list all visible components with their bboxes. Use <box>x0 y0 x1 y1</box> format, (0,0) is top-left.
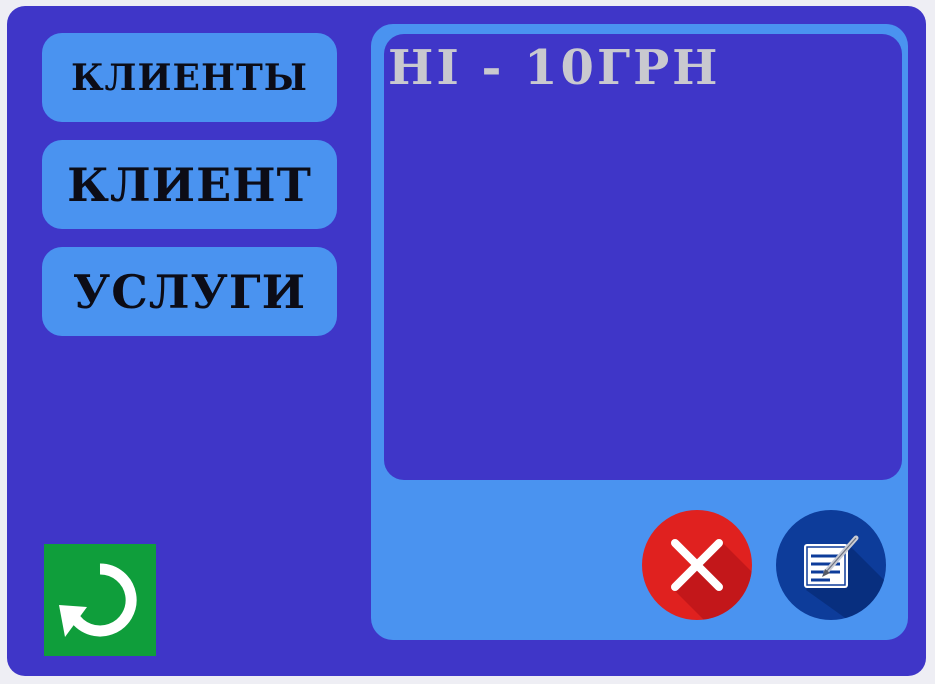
content-text-area[interactable]: HI - 10ГРН <box>384 34 902 480</box>
edit-document-icon <box>804 535 886 620</box>
app-window: КЛИЕНТЫ КЛИЕНТ УСЛУГИ HI - 10ГРН <box>7 6 926 676</box>
detail-panel: HI - 10ГРН <box>371 24 908 640</box>
clients-button-label: КЛИЕНТЫ <box>70 56 309 99</box>
client-button-label: КЛИЕНТ <box>67 157 312 212</box>
delete-button[interactable] <box>642 510 752 620</box>
services-button-label: УСЛУГИ <box>72 264 307 319</box>
client-button[interactable]: КЛИЕНТ <box>42 140 337 229</box>
refresh-button[interactable] <box>44 544 156 656</box>
services-button[interactable]: УСЛУГИ <box>42 247 337 336</box>
edit-button[interactable] <box>776 510 886 620</box>
refresh-icon <box>59 563 137 637</box>
clients-button[interactable]: КЛИЕНТЫ <box>42 33 337 122</box>
close-icon <box>671 539 752 620</box>
content-text: HI - 10ГРН <box>388 40 721 96</box>
